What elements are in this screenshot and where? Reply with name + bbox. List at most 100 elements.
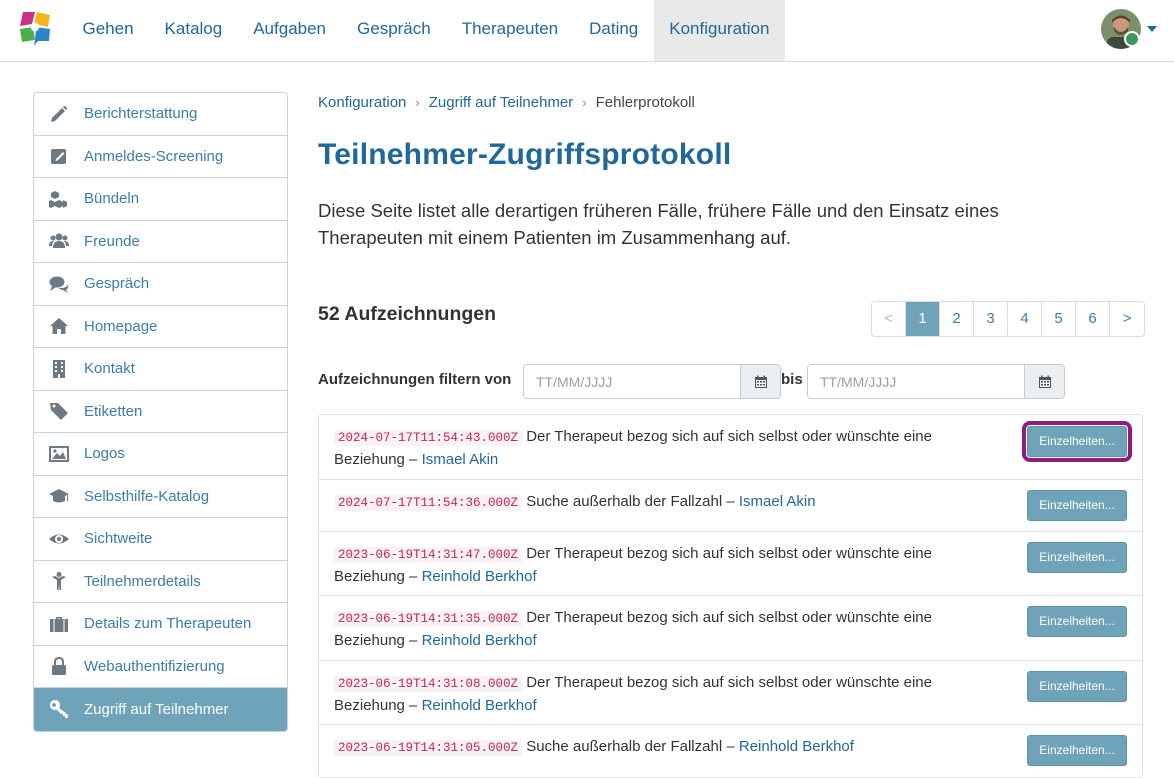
breadcrumb-zugriff-auf-teilnehmer[interactable]: Zugriff auf Teilnehmer xyxy=(429,94,574,111)
record-timestamp: 2023-06-19T14:31:47.000Z xyxy=(334,546,523,563)
nav-aufgaben[interactable]: Aufgaben xyxy=(238,0,342,61)
page-title: Teilnehmer-Zugriffsprotokoll xyxy=(318,138,732,171)
date-to-input[interactable] xyxy=(808,365,1024,398)
calendar-icon[interactable] xyxy=(1024,365,1064,398)
record-person-link[interactable]: Reinhold Berkhof xyxy=(422,697,537,714)
image-icon xyxy=(34,444,84,464)
details-button[interactable]: Einzelheiten... xyxy=(1027,606,1127,637)
nav-gespraech[interactable]: Gespräch xyxy=(342,0,447,61)
details-button[interactable]: Einzelheiten... xyxy=(1027,735,1127,766)
filter-label: Aufzeichnungen filtern von xyxy=(318,371,512,388)
details-button[interactable]: Einzelheiten... xyxy=(1027,541,1127,573)
record-person-link[interactable]: Reinhold Berkhof xyxy=(422,632,537,649)
person-icon xyxy=(34,571,84,591)
details-button[interactable]: Einzelheiten... xyxy=(1027,489,1127,521)
sidebar-item-label: Selbsthilfe-Katalog xyxy=(84,487,210,505)
record-description: Suche außerhalb der Fallzahl – xyxy=(526,738,735,755)
pagination-page-1[interactable]: 1 xyxy=(906,302,940,336)
chevron-down-icon[interactable] xyxy=(1147,26,1157,32)
pagination-page-2[interactable]: 2 xyxy=(940,302,974,336)
pagination-prev[interactable]: < xyxy=(872,302,906,336)
sidebar-item-label: Bündeln xyxy=(84,190,140,208)
record-person-link[interactable]: Reinhold Berkhof xyxy=(422,568,537,585)
users-icon xyxy=(34,231,84,251)
pagination: < 1 2 3 4 5 6 > xyxy=(871,301,1145,337)
chevron-right-icon: › xyxy=(415,95,420,110)
tag-icon xyxy=(34,401,84,421)
sidebar-item-label: Anmeldes-Screening xyxy=(84,147,224,165)
calendar-icon[interactable] xyxy=(740,365,780,398)
sidebar-item-label: Berichterstattung xyxy=(84,105,198,123)
sidebar-item-label: Homepage xyxy=(84,317,158,335)
sidebar-item-gespraech[interactable]: Gespräch xyxy=(34,263,287,306)
sidebar-item-homepage[interactable]: Homepage xyxy=(34,306,287,348)
pagination-page-4[interactable]: 4 xyxy=(1008,302,1042,336)
sidebar-item-teilnehmerdetails[interactable]: Teilnehmerdetails xyxy=(34,561,287,603)
nav-dating[interactable]: Dating xyxy=(574,0,654,61)
nav-gehen[interactable]: Gehen xyxy=(67,0,149,61)
record-row: 2024-07-17T11:54:43.000Z Der Therapeut b… xyxy=(319,415,1142,480)
main-nav: Gehen Katalog Aufgaben Gespräch Therapeu… xyxy=(67,0,785,61)
chevron-right-icon: › xyxy=(582,95,587,110)
details-button[interactable]: Einzelheiten... xyxy=(1027,670,1127,702)
record-person-link[interactable]: Ismael Akin xyxy=(422,451,499,468)
sidebar-item-label: Gespräch xyxy=(84,275,150,293)
sidebar-item-label: Etiketten xyxy=(84,402,143,420)
date-to-field xyxy=(807,364,1065,399)
record-text: 2023-06-19T14:31:35.000Z Der Therapeut b… xyxy=(334,607,942,652)
sidebar-item-label: Teilnehmerdetails xyxy=(84,572,201,590)
sidebar-item-etiketten[interactable]: Etiketten xyxy=(34,391,287,433)
record-text: 2023-06-19T14:31:05.000Z Suche außerhalb… xyxy=(334,736,942,759)
page-intro: Diese Seite listet alle derartigen frühe… xyxy=(318,200,999,248)
details-button[interactable]: Einzelheiten... xyxy=(1022,421,1132,462)
briefcase-icon xyxy=(34,614,84,634)
record-text: 2023-06-19T14:31:08.000Z Der Therapeut b… xyxy=(334,672,942,717)
pagination-next[interactable]: > xyxy=(1110,302,1144,336)
cubes-icon xyxy=(34,189,84,209)
sidebar-item-label: Webauthentifizierung xyxy=(84,657,225,675)
app-logo[interactable] xyxy=(20,12,52,46)
record-text: 2023-06-19T14:31:47.000Z Der Therapeut b… xyxy=(334,543,942,588)
key-icon xyxy=(34,699,84,719)
record-timestamp: 2023-06-19T14:31:35.000Z xyxy=(334,611,523,627)
sidebar-item-anmeldes-screening[interactable]: Anmeldes-Screening xyxy=(34,136,287,178)
record-description: Suche außerhalb der Fallzahl – xyxy=(526,492,735,510)
nav-therapeuten[interactable]: Therapeuten xyxy=(446,0,573,61)
sidebar-item-berichterstattung[interactable]: Berichterstattung xyxy=(34,93,287,136)
top-navbar: Gehen Katalog Aufgaben Gespräch Therapeu… xyxy=(0,0,1174,62)
graduation-cap-icon xyxy=(34,486,84,506)
sidebar-item-kontakt[interactable]: Kontakt xyxy=(34,348,287,391)
sidebar-item-label: Sichtweite xyxy=(84,530,153,548)
pagination-page-5[interactable]: 5 xyxy=(1042,302,1076,336)
sidebar-item-details-zum-therapeuten[interactable]: Details zum Therapeuten xyxy=(34,603,287,646)
record-text: 2024-07-17T11:54:43.000Z Der Therapeut b… xyxy=(334,426,942,471)
sidebar-item-logos[interactable]: Logos xyxy=(34,433,287,476)
sidebar-item-label: Kontakt xyxy=(84,360,135,378)
lock-icon xyxy=(34,656,84,676)
sidebar-item-selbsthilfe-katalog[interactable]: Selbsthilfe-Katalog xyxy=(34,476,287,518)
record-person-link[interactable]: Reinhold Berkhof xyxy=(739,738,854,755)
record-count: 52 Aufzeichnungen xyxy=(318,303,497,325)
edit-square-icon xyxy=(34,146,84,166)
breadcrumb-konfiguration[interactable]: Konfiguration xyxy=(318,94,406,111)
records-list: 2024-07-17T11:54:43.000Z Der Therapeut b… xyxy=(318,414,1143,778)
sidebar-item-label: Details zum Therapeuten xyxy=(84,615,252,633)
pagination-page-6[interactable]: 6 xyxy=(1076,302,1110,336)
date-from-field xyxy=(523,364,781,399)
sidebar-item-freunde[interactable]: Freunde xyxy=(34,221,287,263)
nav-konfiguration[interactable]: Konfiguration xyxy=(653,0,785,61)
record-person-link[interactable]: Ismael Akin xyxy=(739,493,816,510)
sidebar-item-webauthentifizierung[interactable]: Webauthentifizierung xyxy=(34,646,287,688)
sidebar-item-label: Freunde xyxy=(84,232,140,250)
date-from-input[interactable] xyxy=(524,365,740,398)
sidebar-item-zugriff-auf-teilnehmer[interactable]: Zugriff auf Teilnehmer xyxy=(34,688,287,731)
sidebar-item-label: Zugriff auf Teilnehmer xyxy=(84,700,229,718)
config-sidebar: Berichterstattung Anmeldes-Screening Bün… xyxy=(33,92,288,732)
sidebar-item-buendeln[interactable]: Bündeln xyxy=(34,178,287,221)
record-timestamp: 2023-06-19T14:31:05.000Z xyxy=(334,740,523,756)
pagination-page-3[interactable]: 3 xyxy=(974,302,1008,336)
nav-katalog[interactable]: Katalog xyxy=(149,0,238,61)
building-icon xyxy=(34,359,84,379)
sidebar-item-sichtweite[interactable]: Sichtweite xyxy=(34,518,287,561)
filter-to-label: bis xyxy=(781,371,803,388)
